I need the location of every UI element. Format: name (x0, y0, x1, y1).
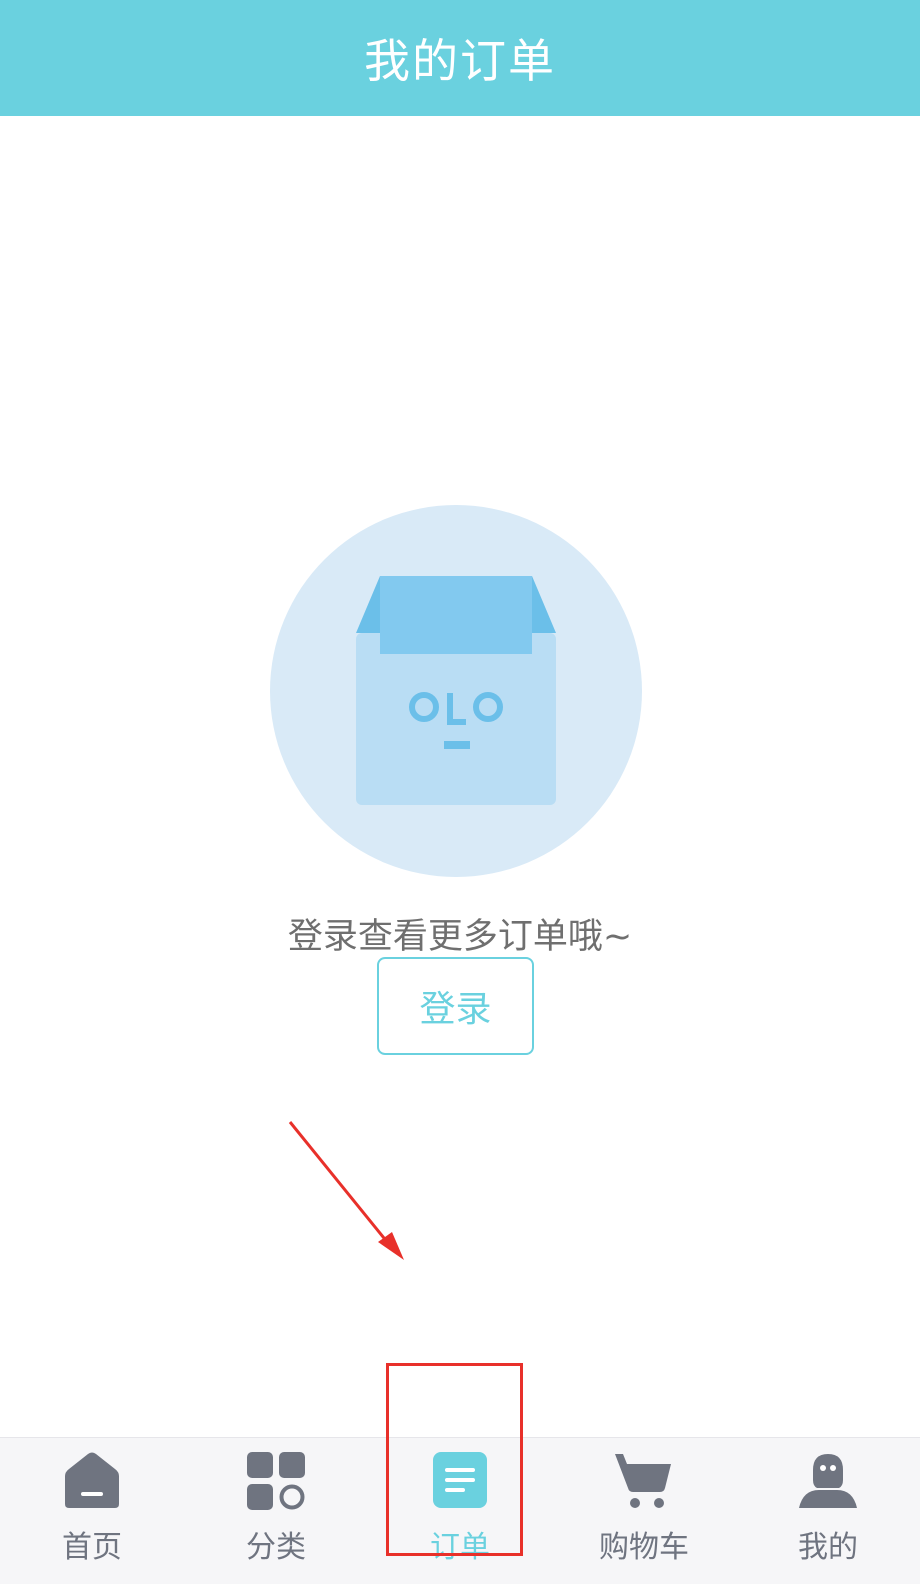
annotation-arrow (288, 1121, 404, 1260)
category-grid-icon (247, 1452, 305, 1510)
login-button[interactable]: 登录 (377, 957, 534, 1055)
empty-box-face-icon (270, 505, 642, 877)
page-title: 我的订单 (364, 34, 556, 88)
shopping-cart-icon (615, 1454, 671, 1508)
bottom-tab-bar: 首页 分类 订单 购物车 我的 (0, 1437, 920, 1584)
nav-header: 我的订单 (0, 0, 920, 116)
tab-cart[interactable]: 购物车 (552, 1438, 736, 1584)
tab-cart-label: 购物车 (599, 1530, 689, 1565)
tab-category[interactable]: 分类 (184, 1438, 368, 1584)
login-button-label: 登录 (419, 989, 492, 1030)
tab-category-label: 分类 (246, 1530, 306, 1565)
orders-page: 我的订单 登录查看更多订单哦~ 登录 首页 分类 订单 购物车 我的 (0, 0, 920, 1584)
tab-home[interactable]: 首页 (0, 1438, 184, 1584)
profile-icon (799, 1454, 857, 1508)
tab-profile[interactable]: 我的 (736, 1438, 920, 1584)
tab-orders-label: 订单 (430, 1530, 490, 1565)
order-list-icon (433, 1452, 487, 1508)
tab-orders[interactable]: 订单 (368, 1438, 552, 1584)
empty-state-message: 登录查看更多订单哦~ (287, 917, 633, 957)
tab-home-label: 首页 (62, 1530, 122, 1565)
tab-profile-label: 我的 (798, 1530, 858, 1565)
home-icon (65, 1452, 119, 1508)
